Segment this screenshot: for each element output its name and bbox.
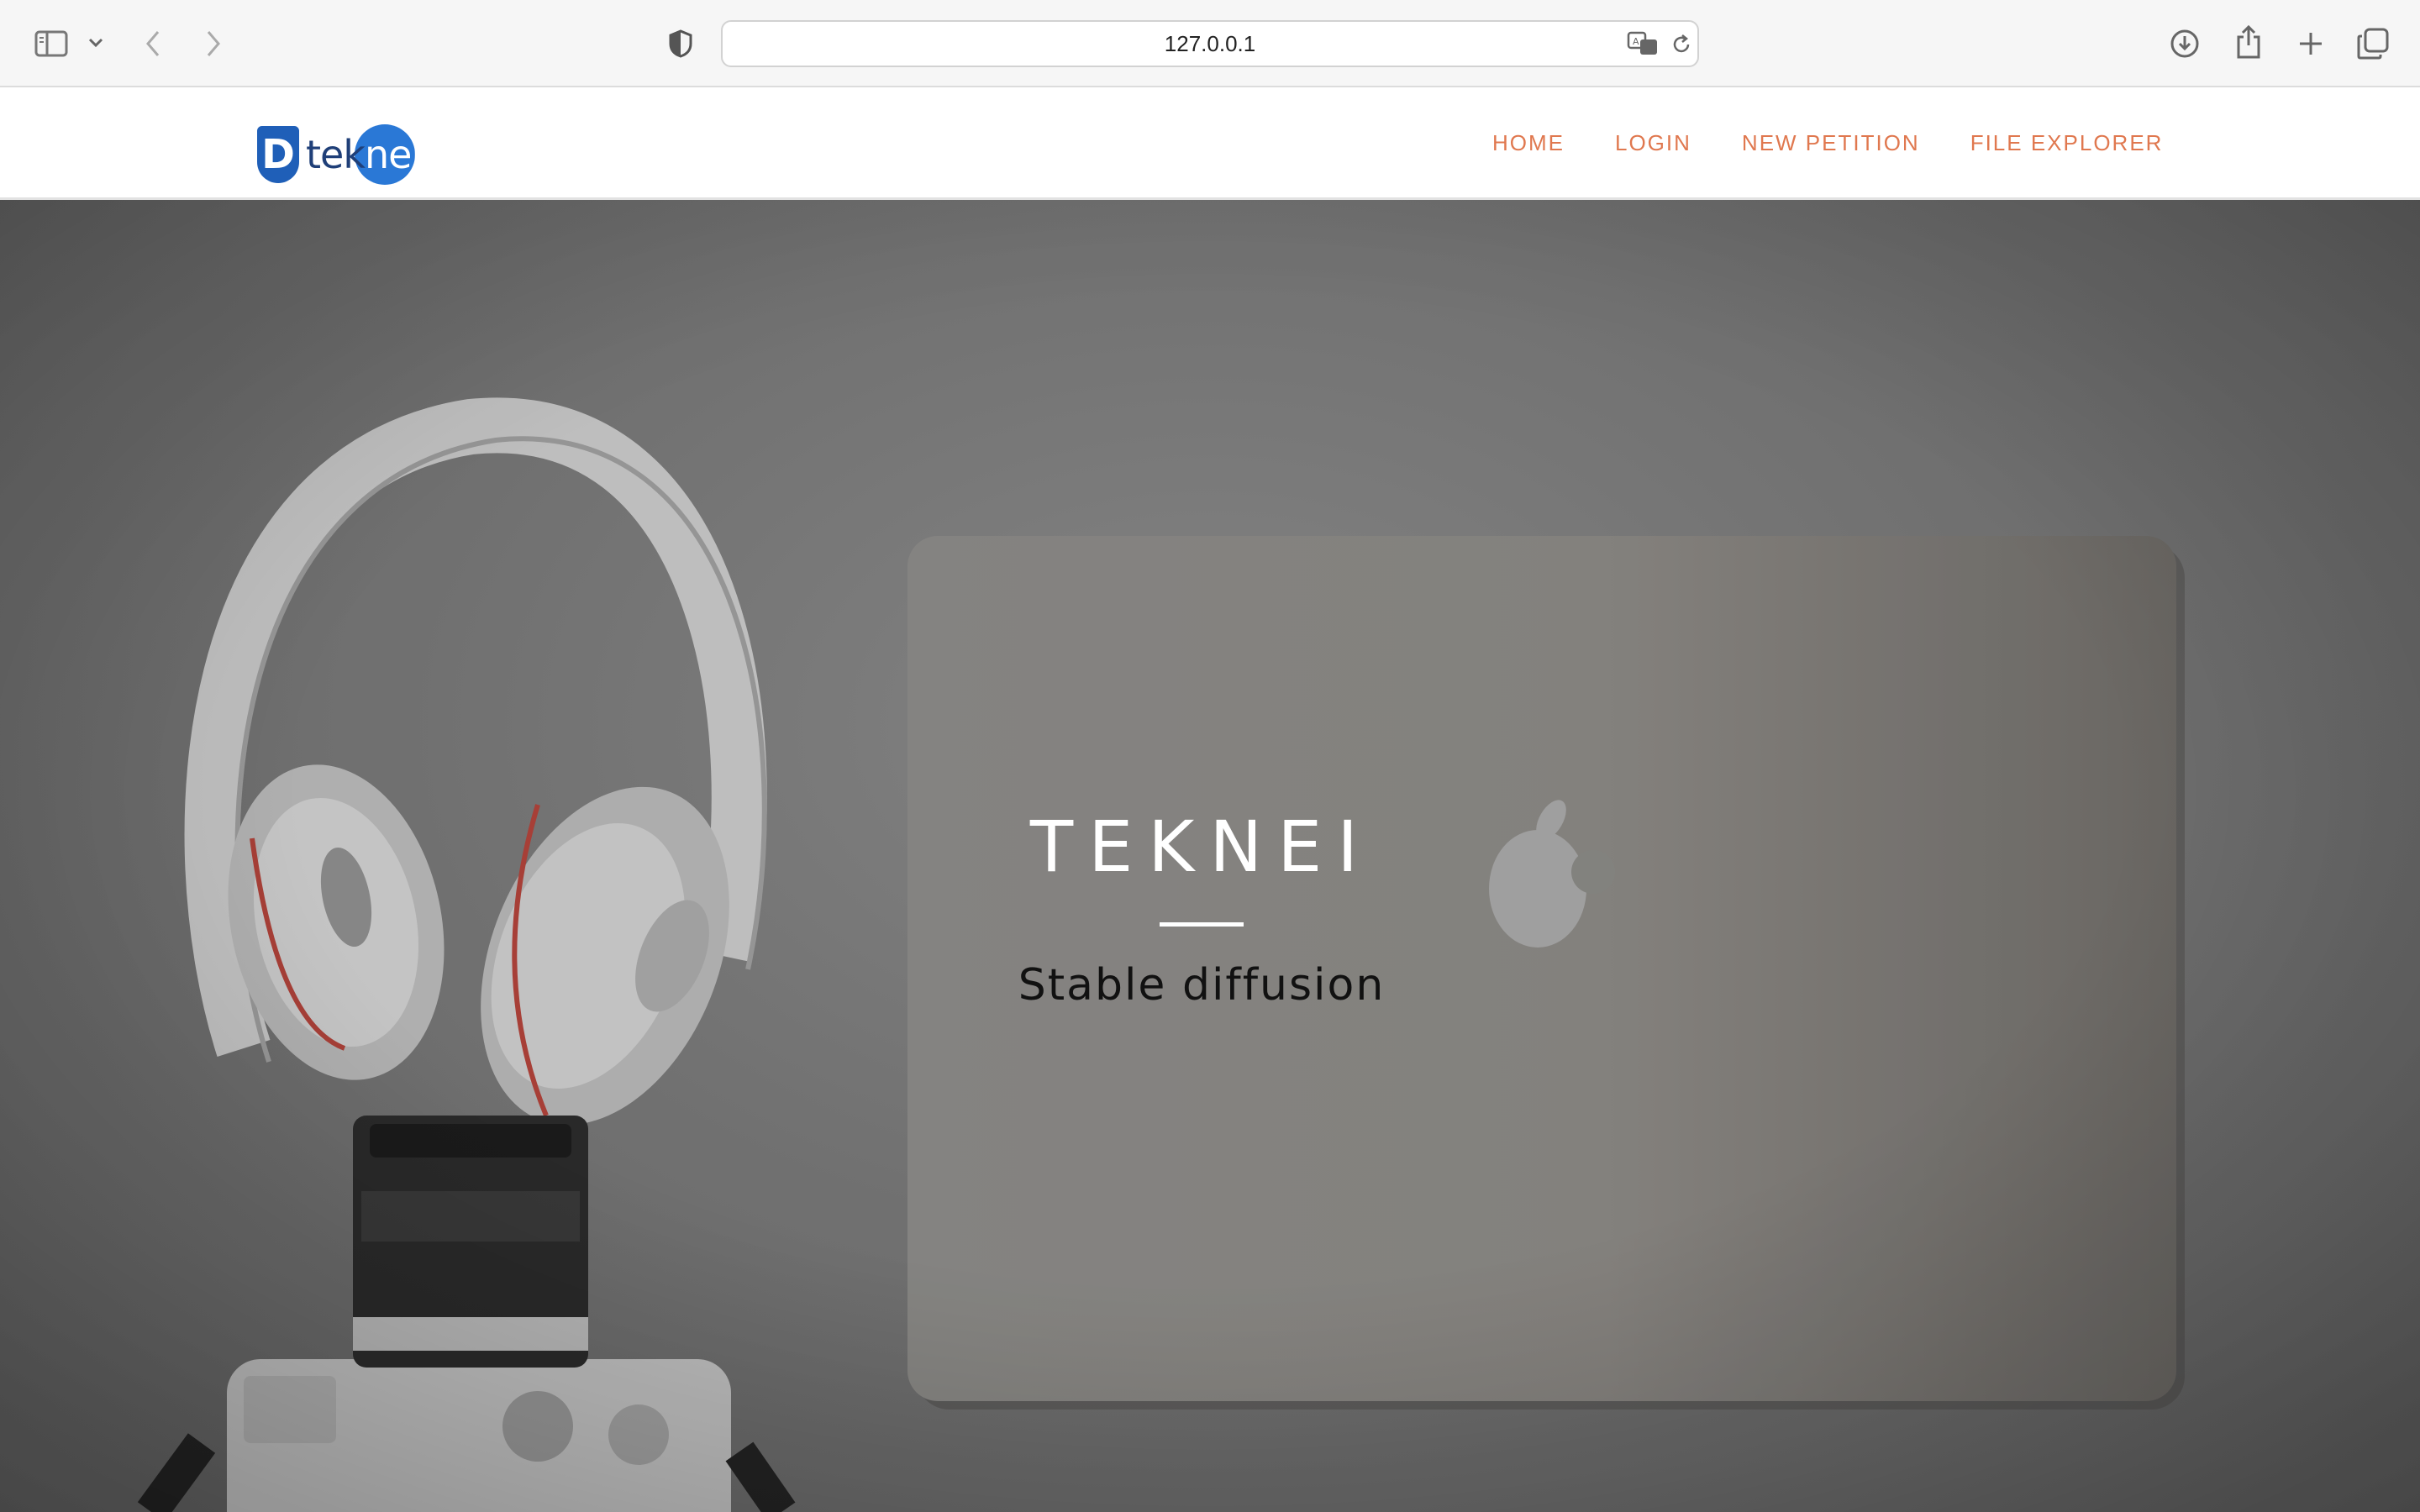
hero-subtitle: Stable diffusion	[1018, 960, 1386, 1011]
svg-text:A: A	[1633, 36, 1639, 47]
logo-wordmark: teknei	[306, 131, 422, 178]
hero-section: TEKNEI Stable diffusion	[0, 200, 2420, 1512]
teknei-logo[interactable]: D teknei	[257, 121, 422, 185]
nav-login[interactable]: LOGIN	[1615, 126, 1691, 160]
reload-icon[interactable]	[1669, 32, 1694, 57]
hero-title: TEKNEI	[1029, 806, 1374, 888]
back-icon[interactable]	[138, 25, 168, 62]
logo-text-part2: nei	[364, 132, 422, 177]
main-nav: HOME LOGIN NEW PETITION FILE EXPLORER	[1492, 126, 2213, 160]
nav-file-explorer[interactable]: FILE EXPLORER	[1970, 126, 2164, 160]
tabs-overview-icon[interactable]	[2353, 24, 2393, 64]
logo-letter: D	[257, 126, 299, 183]
nav-new-petition[interactable]: NEW PETITION	[1742, 126, 1920, 160]
logo-text-part1: tek	[306, 132, 366, 177]
translate-icon[interactable]: A	[1625, 29, 1662, 59]
site-header: D teknei HOME LOGIN NEW PETITION FILE EX…	[0, 87, 2420, 200]
share-icon[interactable]	[2230, 22, 2267, 62]
browser-toolbar: 127.0.0.1 A	[0, 0, 2420, 87]
hero-divider	[1160, 922, 1244, 927]
address-bar[interactable]: 127.0.0.1 A	[721, 20, 1699, 67]
download-icon[interactable]	[2166, 25, 2203, 62]
forward-icon[interactable]	[198, 25, 229, 62]
shield-icon[interactable]	[664, 27, 697, 60]
chevron-down-icon[interactable]	[84, 30, 108, 55]
nav-home[interactable]: HOME	[1492, 126, 1565, 160]
sidebar-icon[interactable]	[30, 25, 72, 62]
url-text: 127.0.0.1	[1164, 30, 1256, 56]
new-tab-icon[interactable]	[2292, 25, 2329, 62]
